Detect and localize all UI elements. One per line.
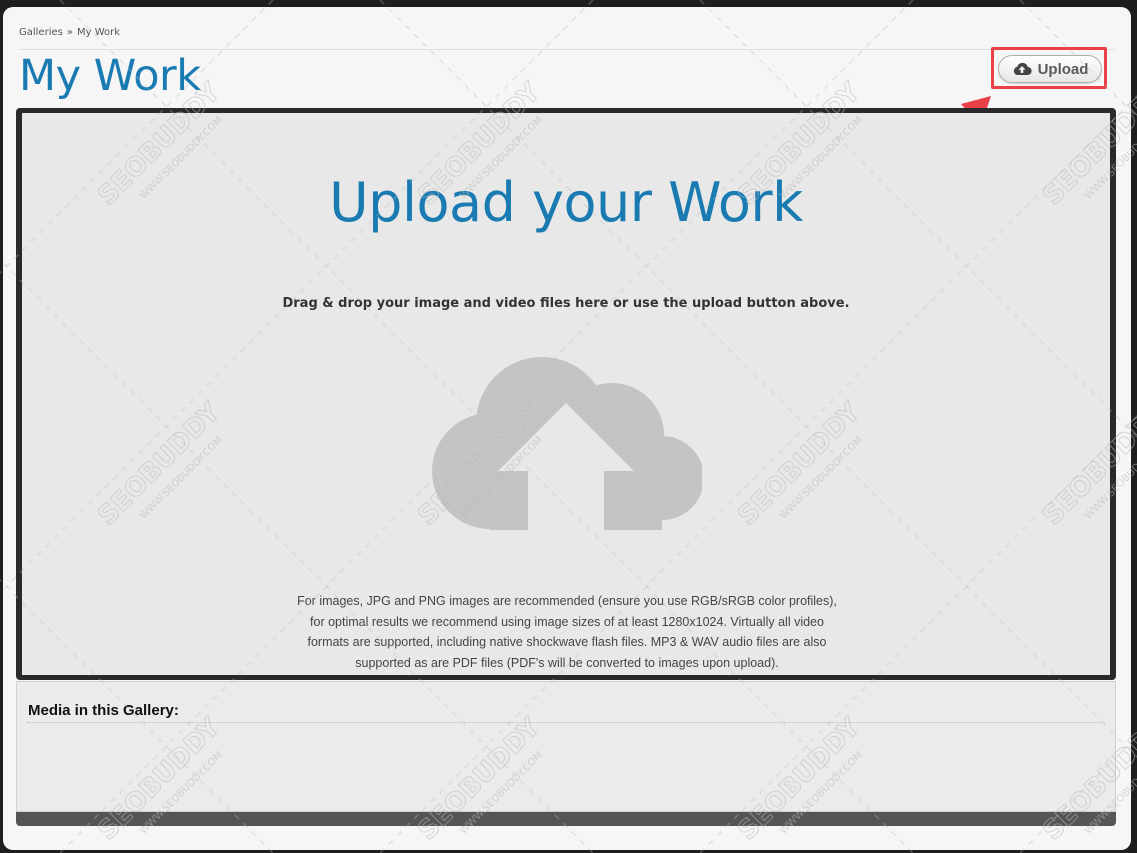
cloud-upload-icon bbox=[432, 353, 704, 537]
header-divider bbox=[19, 49, 1115, 50]
info-line: formats are supported, including native … bbox=[307, 635, 827, 649]
gallery-footer-bar bbox=[16, 812, 1116, 826]
breadcrumb: Galleries» My Work bbox=[19, 27, 120, 38]
upload-button-label: Upload bbox=[1037, 60, 1089, 78]
dropzone-instructions: Drag & drop your image and video files h… bbox=[282, 296, 850, 311]
breadcrumb-current: My Work bbox=[76, 27, 121, 38]
cloud-upload-icon bbox=[1012, 62, 1032, 76]
gallery-divider bbox=[27, 722, 1105, 723]
info-line: supported as are PDF files (PDF's will b… bbox=[355, 655, 779, 670]
breadcrumb-link-galleries[interactable]: Galleries bbox=[19, 27, 63, 38]
page-title: My Work bbox=[19, 51, 201, 101]
upload-button[interactable]: Upload bbox=[998, 55, 1102, 83]
dropzone-inner: Upload your Work Drag & drop your image … bbox=[22, 113, 1110, 675]
upload-dropzone[interactable]: Upload your Work Drag & drop your image … bbox=[16, 108, 1116, 680]
info-line: For images, JPG and PNG images are recom… bbox=[297, 594, 837, 608]
dropzone-info: For images, JPG and PNG images are recom… bbox=[252, 591, 882, 673]
gallery-media-section: Media in this Gallery: bbox=[16, 681, 1116, 812]
info-line: for optimal results we recommend using i… bbox=[310, 614, 824, 629]
breadcrumb-separator: » bbox=[66, 27, 73, 38]
dropzone-heading: Upload your Work bbox=[329, 171, 803, 234]
gallery-title: Media in this Gallery: bbox=[28, 702, 179, 719]
